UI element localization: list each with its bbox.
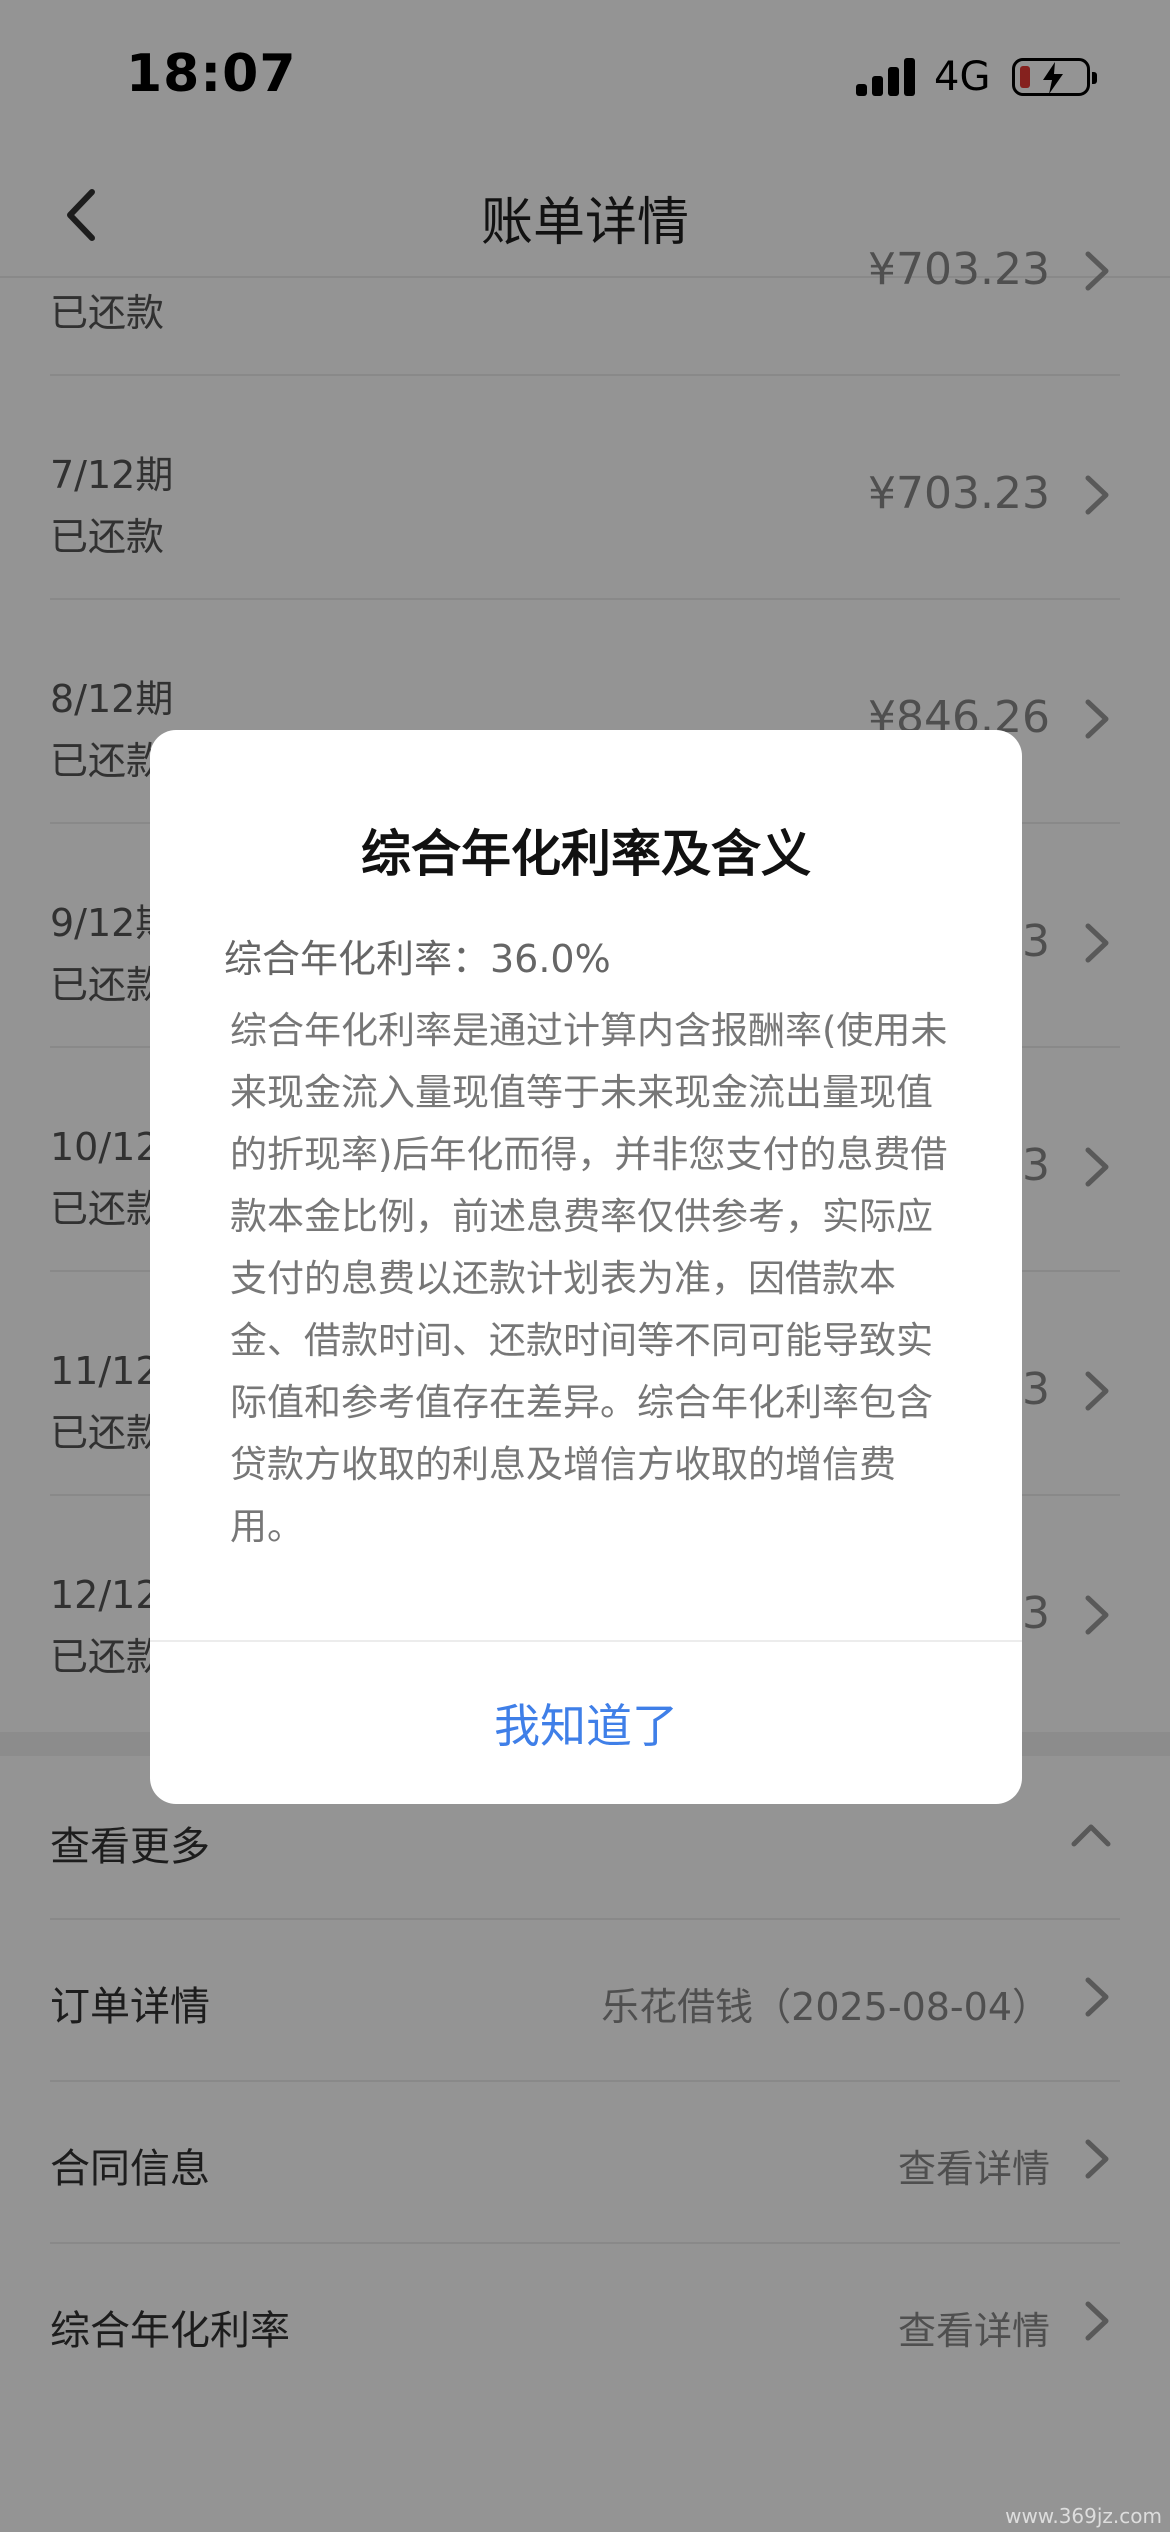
confirm-button[interactable]: 我知道了 bbox=[150, 1642, 1022, 1804]
dialog-title: 综合年化利率及含义 bbox=[361, 825, 811, 883]
annual-rate-value: 综合年化利率：36.0% bbox=[224, 937, 611, 981]
dialog-body-text: 综合年化利率是通过计算内含报酬率(使用未来现金流入量现值等于未来现金流出量现值的… bbox=[230, 1009, 948, 1548]
watermark: www.369jz.com bbox=[1005, 2504, 1162, 2528]
screen: 18:07 4G 账单详情 已还款 ¥703.23 7/12期 已还款 ¥703… bbox=[0, 0, 1170, 2532]
rate-explanation-dialog: 综合年化利率及含义 综合年化利率：36.0% 综合年化利率是通过计算内含报酬率(… bbox=[150, 730, 1022, 1804]
